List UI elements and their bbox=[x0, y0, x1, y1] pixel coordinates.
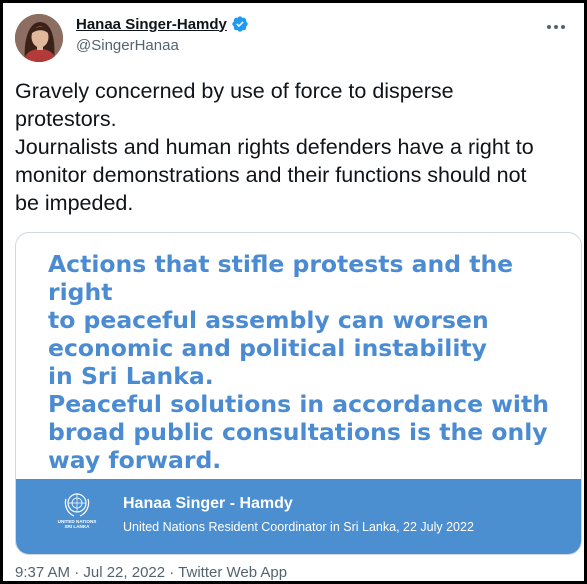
author-name-row: Hanaa Singer-Hamdy bbox=[76, 15, 249, 33]
tweet-card: Hanaa Singer-Hamdy @SingerHanaa Gravely … bbox=[0, 0, 587, 584]
author-name[interactable]: Hanaa Singer-Hamdy bbox=[76, 16, 227, 33]
avatar[interactable] bbox=[15, 14, 63, 62]
more-dots-icon bbox=[547, 25, 565, 29]
un-logo: UNITED NATIONS SRI LANKA bbox=[52, 491, 102, 529]
media-headline: Actions that stifle protests and the rig… bbox=[48, 250, 549, 474]
signature-title: United Nations Resident Coordinator in S… bbox=[123, 520, 474, 534]
un-emblem-icon bbox=[64, 493, 90, 517]
tweet-timestamp[interactable]: 9:37 AM · Jul 22, 2022 · Twitter Web App bbox=[15, 564, 287, 581]
more-options-button[interactable] bbox=[541, 14, 571, 40]
tweet-media-image[interactable]: Actions that stifle protests and the rig… bbox=[15, 232, 582, 555]
un-logo-label-2: SRI LANKA bbox=[64, 524, 90, 530]
author-handle[interactable]: @SingerHanaa bbox=[76, 37, 179, 54]
signature-name: Hanaa Singer - Hamdy bbox=[123, 495, 293, 512]
media-signature-bar: UNITED NATIONS SRI LANKA Hanaa Singer - … bbox=[16, 479, 581, 554]
verified-badge-icon bbox=[232, 16, 248, 32]
profile-photo-icon bbox=[15, 14, 63, 62]
tweet-text: Gravely concerned by use of force to dis… bbox=[15, 79, 534, 215]
